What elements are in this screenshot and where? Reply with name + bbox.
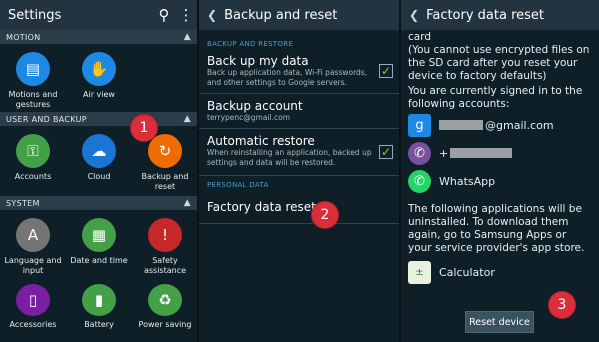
redacted-text [439,120,483,130]
setting-language-and-input[interactable]: A Language and input [0,218,66,280]
row-back-up-my-data[interactable]: Back up my data Back up application data… [199,50,399,94]
setting-cloud[interactable]: ☁ Cloud [66,134,132,196]
account-google: g @gmail.com [401,111,599,139]
google-icon: g [408,113,431,137]
whatsapp-icon: ✆ [408,169,431,193]
section-header-system[interactable]: SYSTEM ▲ [0,196,197,210]
cloud-icon: ☁ [82,134,116,168]
row-factory-data-reset[interactable]: Factory data reset [199,192,399,224]
account-name: @gmail.com [485,118,554,132]
row-backup-account[interactable]: Backup account terrypenc@gmail.com [199,94,399,129]
sd-card-warning: card (You cannot use encrypted files on … [408,31,590,82]
calendar-icon: ▦ [82,218,116,252]
uninstall-notice: The following applications will be unins… [408,203,585,254]
section-header-personal-data: PERSONAL DATA [207,181,269,189]
back-up-checkbox[interactable]: ✓ [379,64,393,78]
overflow-menu-icon[interactable]: ⋮ [175,6,197,24]
row-title: Back up my data [207,54,309,68]
row-desc: Back up application data, Wi-Fi password… [207,68,368,87]
step-marker-3: 3 [549,292,575,318]
account-name: WhatsApp [439,174,496,188]
settings-action-bar: Settings ⚲ ⋮ [0,0,197,30]
automatic-restore-checkbox[interactable]: ✓ [379,145,393,159]
settings-panel: Settings ⚲ ⋮ MOTION ▲ ▤ Motions and gest… [0,0,197,342]
setting-battery[interactable]: ▮ Battery [66,284,132,330]
setting-label: Power saving [138,320,192,329]
row-title: Backup account [207,99,303,113]
setting-label: Accessories [9,320,57,329]
setting-label: Backup and reset [141,172,189,191]
setting-backup-and-reset[interactable]: ↻ Backup and reset [132,134,197,196]
section-header-backup-and-restore: BACKUP AND RESTORE [207,40,294,48]
setting-label: Safety assistance [143,256,187,275]
setting-label: Language and input [4,256,62,275]
setting-label: Accounts [14,172,52,181]
air-view-icon: ✋ [82,52,116,86]
key-icon: ⚿ [16,134,50,168]
back-chevron-icon[interactable]: ❮ [207,8,217,22]
backup-icon: ↻ [148,134,182,168]
section-label: USER AND BACKUP [6,114,87,124]
battery-icon: ▮ [82,284,116,316]
chevron-up-icon: ▲ [183,198,191,208]
accounts-intro: You are currently signed in to the follo… [408,85,583,110]
redacted-text [450,148,513,158]
reset-action-bar: ❮ Factory data reset [401,0,599,30]
account-whatsapp: ✆ WhatsApp [401,167,599,195]
step-marker-1: 1 [131,115,157,141]
chevron-up-icon: ▲ [183,32,191,42]
reset-device-button[interactable]: Reset device [465,311,534,333]
power-saving-icon: ♻ [148,284,182,316]
row-title: Factory data reset [207,200,316,214]
setting-air-view[interactable]: ✋ Air view [66,52,132,112]
step-marker-2: 2 [312,202,338,228]
back-chevron-icon[interactable]: ❮ [409,8,419,22]
setting-label: Motions and gestures [8,90,58,109]
calculator-icon: ± [408,260,431,284]
page-title: Settings [8,7,62,23]
search-icon[interactable]: ⚲ [153,6,175,24]
viber-icon: ✆ [408,141,431,165]
setting-safety-assistance[interactable]: ! Safety assistance [132,218,197,280]
backup-action-bar: ❮ Backup and reset [199,0,399,30]
row-desc: When reinstalling an application, backed… [207,148,372,167]
page-title: Factory data reset [426,7,545,23]
section-header-user-and-backup[interactable]: USER AND BACKUP ▲ [0,112,197,126]
setting-motions-and-gestures[interactable]: ▤ Motions and gestures [0,52,66,112]
motion-icon: ▤ [16,52,50,86]
language-icon: A [16,218,50,252]
chevron-up-icon: ▲ [183,114,191,124]
page-title: Backup and reset [224,7,338,23]
account-name: + [439,146,449,160]
setting-label: Air view [83,90,115,99]
setting-label: Cloud [87,172,111,181]
setting-accounts[interactable]: ⚿ Accounts [0,134,66,196]
row-desc: terrypenc@gmail.com [207,113,291,122]
section-label: MOTION [6,32,41,42]
accessories-icon: ▯ [16,284,50,316]
setting-accessories[interactable]: ▯ Accessories [0,284,66,330]
setting-label: Date and time [70,256,128,265]
app-name: Calculator [439,265,495,279]
factory-data-reset-panel: ❮ Factory data reset card (You cannot us… [401,0,599,342]
safety-icon: ! [148,218,182,252]
app-calculator: ± Calculator [401,258,599,286]
section-label: SYSTEM [6,198,40,208]
row-title: Automatic restore [207,134,315,148]
account-viber: ✆ + [401,139,599,167]
row-automatic-restore[interactable]: Automatic restore When reinstalling an a… [199,129,399,176]
backup-and-reset-panel: ❮ Backup and reset BACKUP AND RESTORE Ba… [199,0,399,342]
setting-label: Battery [84,320,114,329]
setting-power-saving[interactable]: ♻ Power saving [132,284,197,330]
setting-date-and-time[interactable]: ▦ Date and time [66,218,132,280]
section-header-motion[interactable]: MOTION ▲ [0,30,197,44]
